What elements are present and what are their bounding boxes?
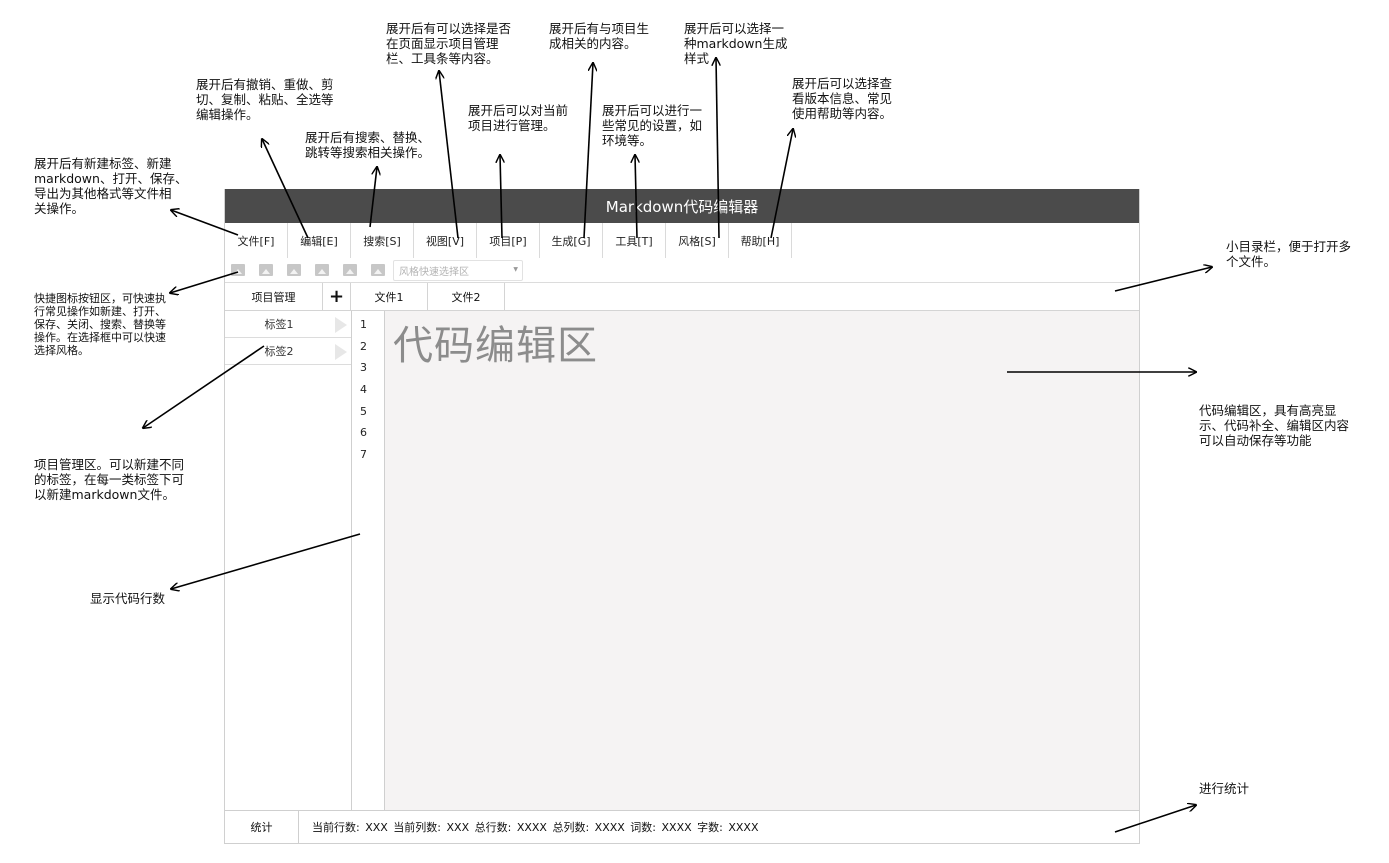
menu-help[interactable]: 帮助[H]	[729, 223, 792, 258]
tab-row: 项目管理 + 文件1 文件2	[225, 283, 1139, 311]
annotation-file-tabs: 小目录栏，便于打开多 个文件。	[1226, 239, 1352, 269]
annotation-stats: 进行统计	[1199, 781, 1250, 796]
annotation-view-menu: 展开后有可以选择是否 在页面显示项目管理 栏、工具条等内容。	[386, 21, 512, 66]
project-sidebar: 标签1 标签2	[225, 311, 352, 810]
status-label: 统计	[225, 811, 299, 843]
sidebar-item-label: 标签1	[264, 318, 294, 331]
sidebar-item-tag1[interactable]: 标签1	[225, 311, 351, 338]
annotation-shortcut-area: 快捷图标按钮区，可快速执 行常见操作如新建、打开、 保存、关闭、搜索、替换等 操…	[34, 292, 166, 357]
annotation-project-menu: 展开后可以对当前 项目进行管理。	[468, 103, 569, 133]
add-tag-button[interactable]: +	[323, 283, 351, 310]
app-title: Markdown代码编辑器	[605, 197, 759, 216]
annotation-generate-menu: 展开后有与项目生 成相关的内容。	[549, 21, 650, 51]
menu-project[interactable]: 项目[P]	[477, 223, 540, 258]
shortcut-toolbar: 风格快速选择区 ▼	[225, 258, 1139, 283]
image-icon[interactable]	[315, 264, 329, 276]
annotation-editor: 代码编辑区，具有高亮显 示、代码补全、编辑区内容 可以自动保存等功能	[1199, 403, 1350, 448]
status-bar: 统计 当前行数: XXX 当前列数: XXX 总行数: XXXX 总列数: XX…	[225, 810, 1139, 843]
line-number-gutter: 1 2 3 4 5 6 7	[352, 311, 385, 810]
image-icon[interactable]	[343, 264, 357, 276]
line-number: 4	[360, 383, 367, 396]
menu-style[interactable]: 风格[S]	[666, 223, 729, 258]
menu-tools[interactable]: 工具[T]	[603, 223, 666, 258]
status-text: 当前行数: XXX 当前列数: XXX 总行数: XXXX 总列数: XXXX …	[312, 821, 759, 834]
line-number: 7	[360, 448, 367, 461]
line-number: 6	[360, 426, 367, 439]
menu-search[interactable]: 搜索[S]	[351, 223, 414, 258]
line-number: 1	[360, 318, 367, 331]
expand-arrow-icon[interactable]	[335, 344, 347, 360]
line-number: 2	[360, 340, 367, 353]
sidebar-item-tag2[interactable]: 标签2	[225, 338, 351, 365]
annotation-edit-menu: 展开后有撤销、重做、剪 切、复制、粘贴、全选等 编辑操作。	[196, 77, 334, 122]
chevron-down-icon: ▼	[513, 265, 518, 273]
sidebar-item-label: 标签2	[264, 345, 294, 358]
line-number: 3	[360, 361, 367, 374]
editor-window: Markdown代码编辑器 文件[F] 编辑[E] 搜索[S] 视图[V] 项目…	[224, 189, 1140, 844]
title-bar: Markdown代码编辑器	[225, 189, 1139, 223]
project-header: 项目管理	[225, 283, 323, 310]
image-icon[interactable]	[259, 264, 273, 276]
expand-arrow-icon[interactable]	[335, 317, 347, 333]
menu-file[interactable]: 文件[F]	[225, 223, 288, 258]
annotation-project-area: 项目管理区。可以新建不同 的标签，在每一类标签下可 以新建markdown文件。	[34, 457, 185, 502]
annotation-help-menu: 展开后可以选择查 看版本信息、常见 使用帮助等内容。	[792, 76, 893, 121]
style-quick-select[interactable]: 风格快速选择区 ▼	[393, 259, 523, 281]
menu-edit[interactable]: 编辑[E]	[288, 223, 351, 258]
image-icon[interactable]	[287, 264, 301, 276]
annotation-line-numbers: 显示代码行数	[90, 591, 166, 606]
line-number: 5	[360, 405, 367, 418]
annotation-file-menu: 展开后有新建标签、新建 markdown、打开、保存、 导出为其他格式等文件相 …	[34, 156, 188, 216]
file-tab-2[interactable]: 文件2	[428, 283, 505, 310]
file-tab-1[interactable]: 文件1	[351, 283, 428, 310]
menu-generate[interactable]: 生成[G]	[540, 223, 603, 258]
annotation-tools-menu: 展开后可以进行一 些常见的设置，如 环境等。	[602, 103, 703, 148]
image-icon[interactable]	[231, 264, 245, 276]
style-select-placeholder: 风格快速选择区	[399, 266, 469, 278]
image-icon[interactable]	[371, 264, 385, 276]
code-editor[interactable]: 代码编辑区	[385, 311, 1139, 810]
menu-view[interactable]: 视图[V]	[414, 223, 477, 258]
annotation-style-menu: 展开后可以选择一 种markdown生成 样式	[684, 21, 788, 66]
annotation-search-menu: 展开后有搜索、替换、 跳转等搜索相关操作。	[305, 130, 431, 160]
menu-bar: 文件[F] 编辑[E] 搜索[S] 视图[V] 项目[P] 生成[G] 工具[T…	[225, 223, 1139, 259]
editor-placeholder: 代码编辑区	[393, 323, 598, 369]
